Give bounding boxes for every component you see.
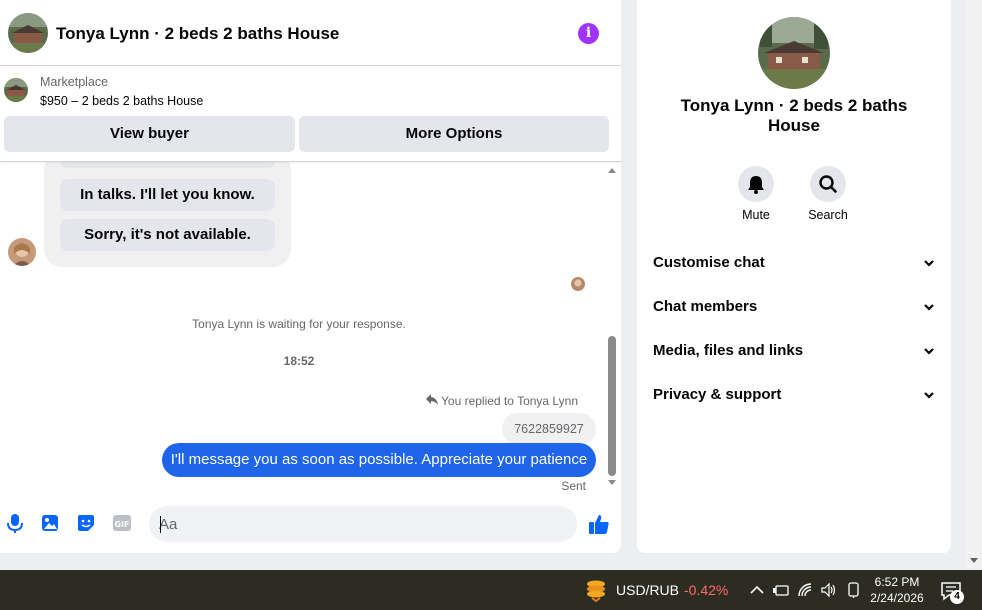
- info-icon[interactable]: i: [578, 23, 599, 44]
- section-media-files-links[interactable]: Media, files and links: [653, 331, 937, 371]
- conversation-title: Tonya Lynn · 2 beds 2 baths House: [680, 96, 908, 135]
- section-label: Customise chat: [653, 254, 765, 271]
- microphone-icon[interactable]: [4, 512, 26, 534]
- waiting-notice: Tonya Lynn is waiting for your response.: [192, 317, 406, 331]
- house-avatar[interactable]: [8, 13, 48, 53]
- message-scrollbar[interactable]: [604, 162, 621, 492]
- volume-icon[interactable]: [820, 581, 838, 599]
- conversation-avatar[interactable]: [758, 17, 830, 89]
- quick-reply-option[interactable]: In talks. I'll let you know.: [60, 179, 275, 211]
- scroll-down-arrow-icon[interactable]: [608, 480, 616, 485]
- reply-context: You replied to Tonya Lynn: [426, 393, 578, 408]
- page-scrollbar[interactable]: [966, 0, 982, 570]
- ticker-pair[interactable]: USD/RUB: [616, 582, 679, 598]
- search-button[interactable]: Search: [798, 166, 858, 222]
- clock-date: 2/24/2026: [870, 591, 924, 605]
- message-status: Sent: [561, 479, 586, 493]
- more-options-button[interactable]: More Options: [299, 116, 609, 152]
- section-chat-members[interactable]: Chat members: [653, 287, 937, 327]
- section-customise-chat[interactable]: Customise chat: [653, 243, 937, 283]
- sticker-icon[interactable]: [75, 512, 97, 534]
- view-buyer-button[interactable]: View buyer: [4, 116, 295, 152]
- conversation-details-panel: Tonya Lynn · 2 beds 2 baths House Mute S…: [637, 0, 951, 553]
- listing-price-title[interactable]: $950 – 2 beds 2 baths House: [40, 94, 203, 108]
- coins-icon[interactable]: [584, 578, 608, 603]
- section-privacy-support[interactable]: Privacy & support: [653, 375, 937, 415]
- image-icon[interactable]: [39, 512, 61, 534]
- chevron-up-icon[interactable]: [748, 581, 766, 599]
- outgoing-message[interactable]: I'll message you as soon as possible. Ap…: [162, 443, 596, 477]
- seen-indicator-avatar: [571, 277, 585, 291]
- device-icon[interactable]: [844, 581, 862, 599]
- battery-icon[interactable]: [772, 581, 790, 599]
- gif-icon[interactable]: GIF: [111, 512, 133, 534]
- listing-source-label: Marketplace: [40, 75, 109, 89]
- taskbar: USD/RUB -0.42% 6:52 PM 2/24/2026 4: [0, 570, 982, 610]
- message-timestamp: 18:52: [283, 354, 315, 368]
- quoted-message[interactable]: 7622859927: [502, 413, 596, 445]
- section-label: Media, files and links: [653, 342, 804, 359]
- search-label: Search: [808, 208, 848, 222]
- text-caret: [160, 516, 161, 533]
- chevron-down-icon: [921, 287, 937, 327]
- reply-context-label: You replied to Tonya Lynn: [441, 394, 578, 408]
- chevron-down-icon: [921, 375, 937, 415]
- section-label: Chat members: [653, 298, 758, 315]
- clock-time: 6:52 PM: [874, 575, 920, 589]
- chevron-down-icon: [921, 243, 937, 283]
- notification-count-badge: 4: [950, 590, 964, 604]
- section-label: Privacy & support: [653, 386, 782, 403]
- chevron-down-icon: [921, 331, 937, 371]
- ticker-change[interactable]: -0.42%: [684, 582, 728, 598]
- search-icon[interactable]: [810, 166, 846, 202]
- svg-text:GIF: GIF: [114, 520, 129, 529]
- quick-reply-option[interactable]: Sorry, it's not available.: [60, 219, 275, 251]
- chat-header: Tonya Lynn · 2 beds 2 baths House i: [0, 0, 621, 66]
- reply-icon: [426, 393, 438, 408]
- chat-panel: Tonya Lynn · 2 beds 2 baths House i Mark…: [0, 0, 621, 553]
- quick-reply-bubble: [44, 162, 291, 267]
- system-clock[interactable]: 6:52 PM 2/24/2026: [862, 574, 932, 606]
- listing-thumbnail[interactable]: [4, 78, 28, 102]
- quick-reply-option[interactable]: [60, 162, 275, 168]
- chat-title: Tonya Lynn · 2 beds 2 baths House: [56, 24, 340, 43]
- marketplace-listing: Marketplace $950 – 2 beds 2 baths House …: [0, 66, 621, 162]
- sender-avatar[interactable]: [8, 238, 36, 266]
- message-input-box[interactable]: [149, 506, 577, 542]
- bell-icon[interactable]: [738, 166, 774, 202]
- mute-label: Mute: [742, 208, 770, 222]
- wifi-icon[interactable]: [796, 581, 814, 599]
- message-input[interactable]: [159, 506, 539, 542]
- message-thread: In talks. I'll let you know. Sorry, it's…: [0, 162, 604, 502]
- scrollbar-thumb[interactable]: [608, 336, 616, 476]
- message-composer: GIF: [0, 502, 621, 548]
- mute-button[interactable]: Mute: [726, 166, 786, 222]
- thumbs-up-icon[interactable]: [588, 513, 610, 535]
- scroll-up-arrow-icon[interactable]: [608, 168, 616, 173]
- scroll-down-arrow-icon[interactable]: [970, 558, 978, 563]
